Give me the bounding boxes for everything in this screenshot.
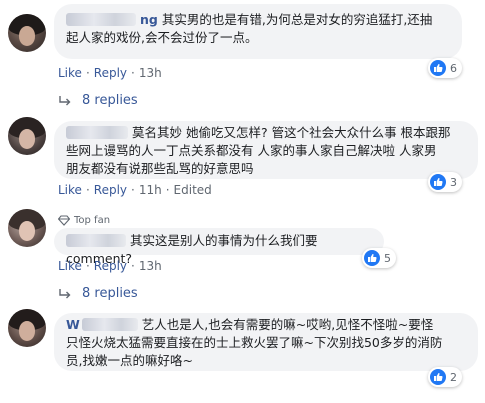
separator-dot: ·: [131, 183, 135, 197]
thumbs-up-icon: [430, 60, 446, 76]
reply-arrow-icon: [59, 288, 71, 298]
avatar-face: [18, 129, 36, 149]
reply-link[interactable]: Reply: [94, 259, 127, 273]
comment-bubble: W 艺人也是人,也会有需要的嘛~哎哟,见怪不怪啦~要怪 只怪火烧太猛需要直接在的士…: [54, 313, 478, 371]
like-link[interactable]: Like: [58, 183, 82, 197]
edited-label[interactable]: Edited: [174, 183, 212, 197]
blurred-author-name[interactable]: [66, 13, 136, 26]
avatar[interactable]: [8, 14, 46, 52]
blurred-author-name[interactable]: [81, 318, 138, 331]
comment-text: ng 其实男的也是有错,为何总是对女的穷追猛打,还抽: [66, 11, 450, 29]
comment-text: W 艺人也是人,也会有需要的嘛~哎哟,见怪不怪啦~要怪: [66, 316, 466, 334]
comment-line: 只怪火烧太猛需要直接在的士上救火罢了嘛~下次别找50多岁的消防: [66, 335, 443, 350]
comment-actions: Like · Reply · 13h: [58, 66, 162, 80]
comment-text: 莫名其妙 她偷吃又怎样? 管这个社会大众什么事 根本跟那: [66, 124, 466, 142]
thumbs-up-icon: [364, 250, 380, 266]
comment-author[interactable]: ng: [140, 12, 158, 27]
top-fan-label: Top fan: [74, 215, 111, 226]
reply-arrow-icon: [59, 95, 71, 105]
comment-line: 些网上谩骂的人一丁点关系都没有 人家的事人家自己解决啦 人家男: [66, 143, 437, 158]
comment-line: 朋友都没有说那些乱骂的好意思吗: [66, 161, 254, 176]
blurred-author-name[interactable]: [66, 126, 128, 139]
top-fan-badge[interactable]: Top fan: [58, 215, 110, 226]
separator-dot: ·: [131, 259, 135, 273]
avatar[interactable]: [8, 209, 46, 247]
thumbs-up-icon: [430, 369, 446, 385]
diamond-icon: [58, 215, 70, 226]
separator-dot: ·: [85, 66, 90, 80]
timestamp[interactable]: 13h: [139, 66, 162, 80]
replies-count: 8 replies: [82, 93, 138, 108]
comment-line: 莫名其妙 她偷吃又怎样? 管这个社会大众什么事 根本跟那: [132, 125, 451, 140]
separator-dot: ·: [85, 259, 90, 273]
replies-count: 8 replies: [82, 286, 138, 301]
view-replies-link[interactable]: 8 replies: [58, 286, 138, 301]
separator-dot: ·: [131, 66, 135, 80]
avatar-face: [18, 321, 36, 341]
avatar[interactable]: [8, 117, 46, 155]
comment-actions: Like · Reply · 11h · Edited: [58, 183, 212, 197]
timestamp[interactable]: 11h: [139, 183, 162, 197]
avatar[interactable]: [8, 309, 46, 347]
thumbs-up-icon: [430, 174, 446, 190]
reply-link[interactable]: Reply: [94, 66, 127, 80]
timestamp[interactable]: 13h: [139, 259, 162, 273]
reaction-number: 6: [450, 61, 457, 75]
comment-line: 员,找嫩一点的嘛好咯~: [66, 353, 193, 368]
separator-dot: ·: [165, 183, 170, 197]
reaction-number: 2: [450, 370, 457, 384]
blurred-author-name[interactable]: [66, 234, 126, 247]
comment-actions: Like · Reply · 13h: [58, 259, 162, 273]
reaction-count[interactable]: 3: [428, 172, 462, 192]
separator-dot: ·: [85, 183, 90, 197]
comment-bubble: ng 其实男的也是有错,为何总是对女的穷追猛打,还抽 起人家的戏份,会不会过份了…: [54, 4, 462, 59]
reaction-number: 3: [450, 175, 457, 189]
comment-line: 艺人也是人,也会有需要的嘛~哎哟,见怪不怪啦~要怪: [141, 317, 434, 332]
like-link[interactable]: Like: [58, 66, 82, 80]
avatar-face: [18, 26, 36, 46]
comment-author[interactable]: W: [66, 317, 80, 332]
reaction-count[interactable]: 6: [428, 58, 462, 78]
comment-bubble: 其实这是别人的事情为什么我们要comment?: [54, 228, 384, 266]
reaction-count[interactable]: 5: [362, 248, 396, 268]
view-replies-link[interactable]: 8 replies: [58, 93, 138, 108]
comment-line: 起人家的戏份,会不会过份了一点。: [66, 30, 258, 45]
comment-bubble: 莫名其妙 她偷吃又怎样? 管这个社会大众什么事 根本跟那 些网上谩骂的人一丁点关…: [54, 121, 478, 179]
like-link[interactable]: Like: [58, 259, 82, 273]
comment-line: 其实男的也是有错,为何总是对女的穷追猛打,还抽: [161, 12, 433, 27]
reply-link[interactable]: Reply: [94, 183, 127, 197]
reaction-count[interactable]: 2: [428, 367, 462, 387]
avatar-face: [18, 221, 36, 241]
reaction-number: 5: [384, 251, 391, 265]
